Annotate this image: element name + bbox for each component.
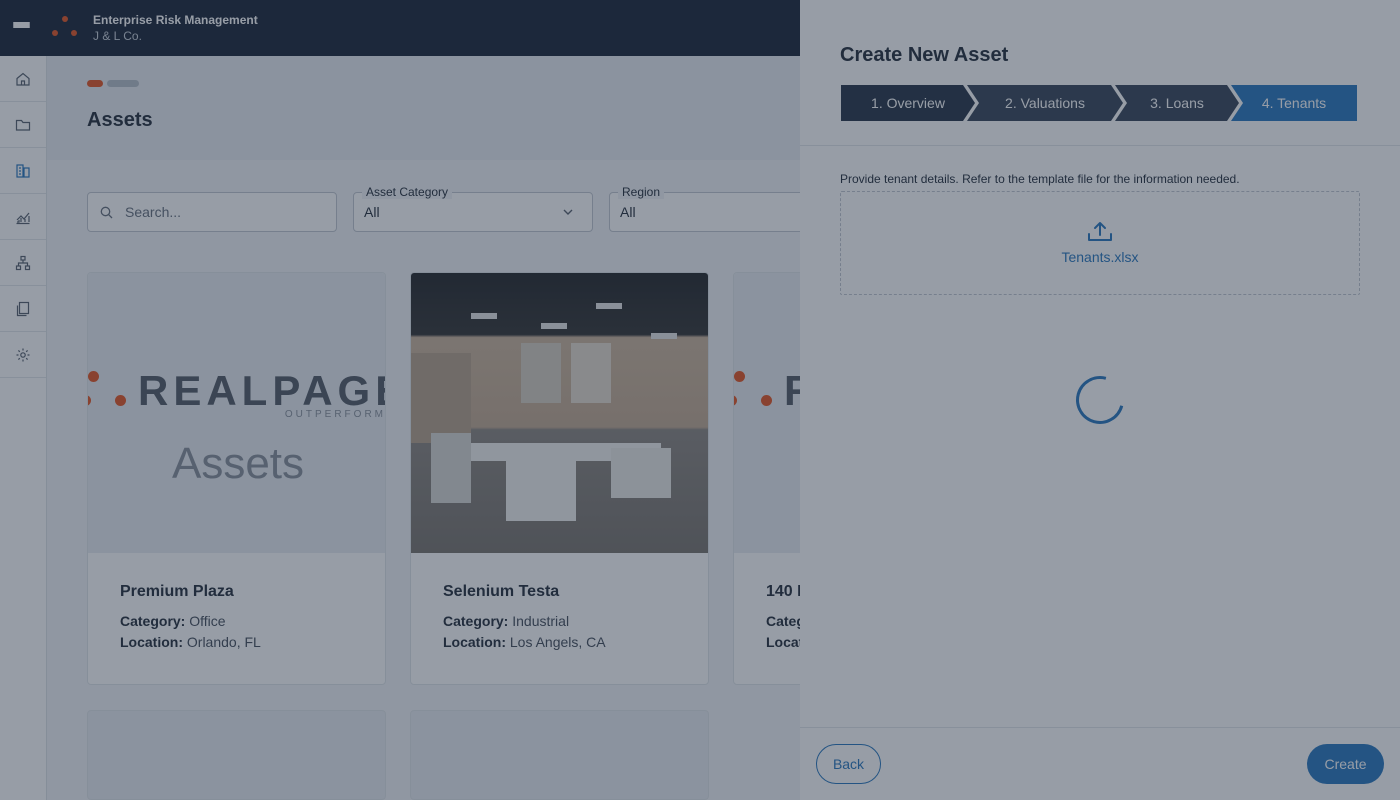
modal-backdrop[interactable]	[0, 0, 800, 800]
loading-overlay	[800, 0, 1400, 800]
